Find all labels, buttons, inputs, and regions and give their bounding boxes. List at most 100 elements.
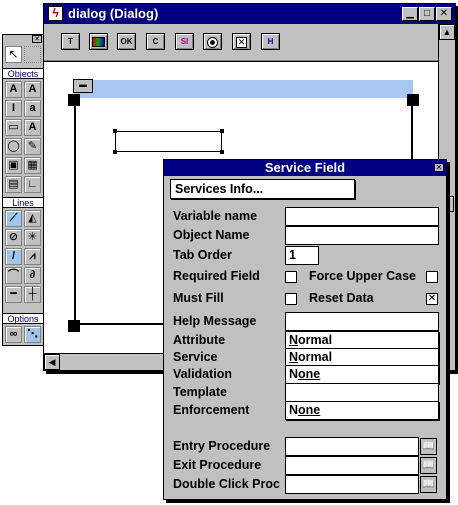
burst-icon[interactable]: ✳ [24, 229, 41, 246]
hatch-icon[interactable]: ▤ [5, 176, 22, 193]
selected-entry-field[interactable] [115, 131, 222, 152]
template-field[interactable] [285, 383, 439, 402]
text-tool-button[interactable]: T [61, 33, 80, 50]
double-click-proc-book-icon[interactable]: 📖 [420, 476, 437, 493]
tool-label: OK [120, 37, 133, 46]
service-label: Service [173, 350, 218, 364]
services-info-button[interactable]: Services Info... [170, 179, 355, 199]
enforcement-dropdown[interactable]: None [285, 401, 439, 420]
selection-handle[interactable] [68, 320, 80, 332]
attribute-value: ormal [298, 333, 333, 347]
image-a-icon[interactable]: a [24, 100, 41, 117]
must-fill-label: Must Fill [173, 291, 224, 305]
template-label: Template [173, 385, 227, 399]
pattern-icon[interactable]: ▦ [24, 157, 41, 174]
close-icon[interactable]: ✕ [436, 7, 452, 21]
color-tool-button[interactable] [89, 33, 108, 50]
checkbox-tool-button[interactable]: ✕ [232, 33, 251, 50]
validation-dropdown[interactable]: None [285, 365, 439, 384]
force-upper-case-checkbox[interactable] [426, 271, 438, 283]
graphic-icon[interactable]: ✎ [24, 138, 41, 155]
reset-data-checkbox[interactable]: ✕ [426, 293, 438, 305]
scroll-left-icon[interactable]: ◀ [44, 354, 60, 370]
diagonal-line-icon[interactable]: / [5, 248, 22, 265]
selection-handle[interactable] [220, 129, 224, 133]
validation-mnemonic: N [289, 367, 299, 381]
exit-procedure-label: Exit Procedure [173, 458, 262, 472]
help-message-field[interactable] [285, 312, 439, 331]
curve-icon[interactable]: ∂ [24, 267, 41, 284]
exit-procedure-field[interactable] [285, 456, 419, 475]
service-value: ormal [298, 350, 333, 364]
service-mnemonic: N [289, 350, 299, 364]
services-info-label: Services Info... [175, 182, 264, 196]
si-tool-button[interactable]: SI [175, 33, 194, 50]
selection-handle[interactable] [113, 150, 117, 154]
grid-tool-icon[interactable] [24, 46, 41, 63]
line-tool-icon[interactable]: ⟋ [5, 210, 22, 227]
text-a-icon[interactable]: A [5, 81, 22, 98]
palette-title-bar[interactable]: ✕ [3, 35, 43, 44]
designed-title-bar[interactable] [74, 80, 413, 98]
styled-a-icon[interactable]: A [24, 119, 41, 136]
zigzag-line-icon[interactable]: ⩘ [24, 248, 41, 265]
palette-section-options: Options [3, 313, 43, 324]
palette-section-objects: Objects [3, 68, 43, 79]
polygon-tool-icon[interactable]: ◭ [24, 210, 41, 227]
service-field-close-icon[interactable]: ✕ [434, 163, 444, 172]
checkbox-x-icon: ✕ [236, 37, 247, 48]
cancel-tool-button[interactable]: C [146, 33, 165, 50]
reset-data-label: Reset Data [309, 291, 374, 305]
service-field-title-bar[interactable]: Service Field ✕ [164, 160, 446, 176]
minimize-icon[interactable]: ▁ [402, 7, 418, 21]
horizontal-line-icon[interactable]: ━ [5, 286, 22, 303]
tab-order-field[interactable]: 1 [285, 246, 319, 265]
tab-order-label: Tab Order [173, 248, 232, 262]
dialog-toolbar: T OK C SI ✕ H [44, 24, 455, 61]
picture-icon[interactable]: ▣ [5, 157, 22, 174]
required-field-checkbox[interactable] [285, 271, 297, 283]
rectangle-icon[interactable]: ▭ [5, 119, 22, 136]
variable-name-field[interactable] [285, 207, 439, 226]
exit-procedure-book-icon[interactable]: 📖 [420, 457, 437, 474]
enforcement-mnemonic: N [289, 403, 299, 417]
boxed-text-a-icon[interactable]: A [24, 81, 41, 98]
validation-value: one [298, 367, 321, 381]
maximize-icon[interactable]: □ [419, 7, 435, 21]
selection-handle[interactable] [68, 94, 80, 106]
variable-name-label: Variable name [173, 209, 258, 223]
app-lightning-icon[interactable]: ϟ [48, 6, 63, 21]
help-tool-button[interactable]: H [261, 33, 280, 50]
frame-handle-icon[interactable]: ▬ [73, 79, 93, 93]
selection-handle[interactable] [407, 94, 419, 106]
palette-close-icon[interactable]: ✕ [32, 35, 42, 43]
required-field-label: Required Field [173, 269, 260, 283]
color-swatch-icon [92, 37, 105, 47]
attribute-mnemonic: N [289, 333, 299, 347]
object-name-field[interactable] [285, 226, 439, 245]
attribute-label: Attribute [173, 333, 226, 347]
cross-lines-icon[interactable]: ┼ [24, 286, 41, 303]
service-field-title: Service Field [264, 160, 346, 175]
text-i-icon[interactable]: I [5, 100, 22, 117]
ok-tool-button[interactable]: OK [117, 33, 136, 50]
dialog-title-bar[interactable]: ϟ dialog (Dialog) ▁ □ ✕ [44, 4, 455, 24]
connect-option-icon[interactable]: ⋱ [24, 326, 41, 343]
selection-handle[interactable] [113, 129, 117, 133]
radio-tool-button[interactable] [203, 33, 222, 50]
entry-procedure-field[interactable] [285, 437, 419, 456]
must-fill-checkbox[interactable] [285, 293, 297, 305]
ellipse-icon[interactable]: ◯ [5, 138, 22, 155]
double-click-proc-field[interactable] [285, 475, 419, 494]
circle-line-icon[interactable]: ⊘ [5, 229, 22, 246]
scroll-up-icon[interactable]: ▲ [439, 24, 455, 40]
corner-icon[interactable]: ∟ [24, 176, 41, 193]
link-option-icon[interactable]: ∞ [5, 326, 22, 343]
arc-icon[interactable]: ⌒ [5, 267, 22, 284]
selection-handle[interactable] [220, 150, 224, 154]
object-name-label: Object Name [173, 228, 250, 242]
entry-procedure-book-icon[interactable]: 📖 [420, 438, 437, 455]
tool-label: SI [180, 37, 189, 46]
pointer-tool-icon[interactable]: ↖ [5, 46, 22, 63]
service-field-window: Service Field ✕ Services Info... Variabl… [163, 159, 447, 500]
